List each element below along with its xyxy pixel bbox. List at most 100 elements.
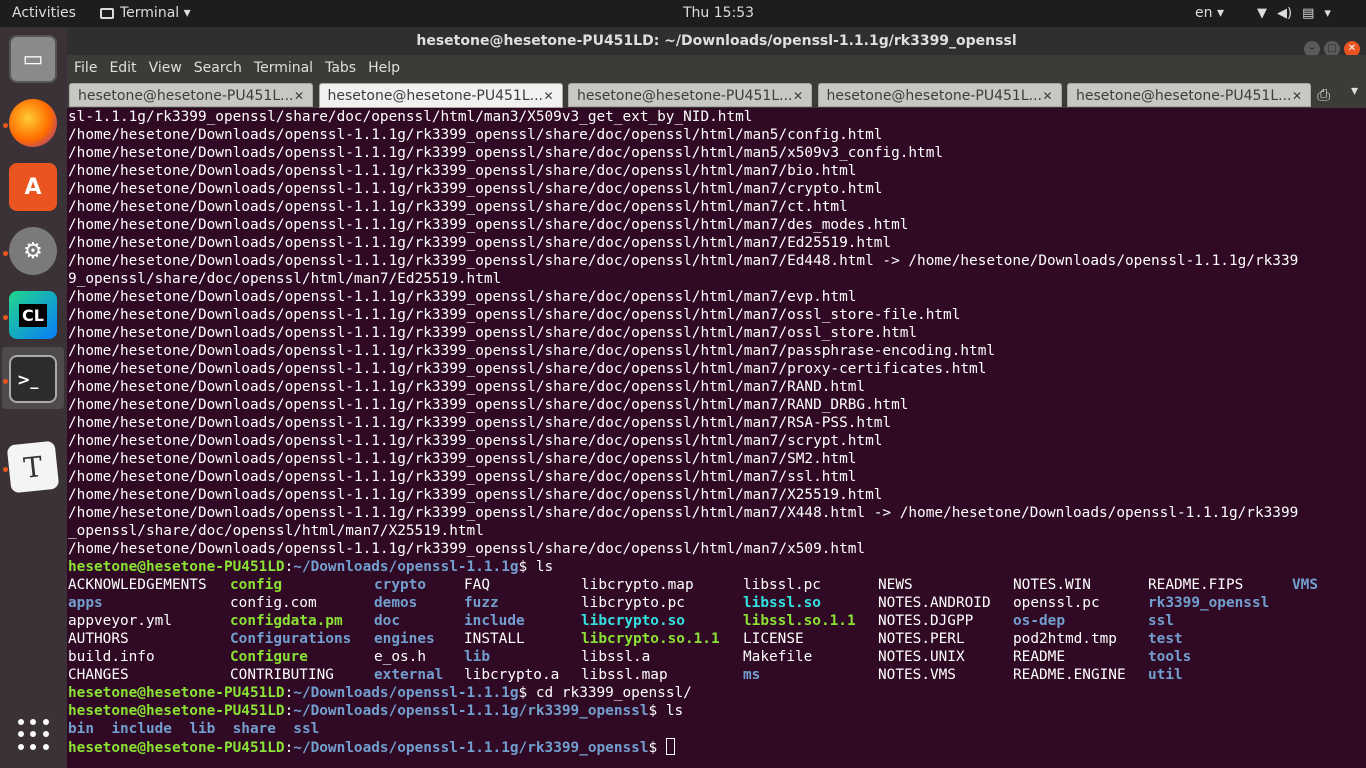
running-indicator bbox=[3, 315, 8, 320]
output-line: _openssl/share/doc/openssl/html/man7/X25… bbox=[68, 523, 484, 539]
ls-entry: libcrypto.pc bbox=[581, 595, 685, 611]
ls-entry: e_os.h bbox=[374, 649, 426, 665]
output-line: /home/hesetone/Downloads/openssl-1.1.1g/… bbox=[68, 415, 892, 431]
ls-entry: doc bbox=[374, 613, 400, 629]
ls-row: build.info Configure e_os.h lib libssl.a Make… bbox=[68, 648, 1358, 666]
terminal-window: hesetone@hesetone-PU451LD: ~/Downloads/o… bbox=[67, 27, 1366, 768]
running-indicator bbox=[3, 379, 8, 384]
menu-tabs[interactable]: Tabs bbox=[318, 55, 361, 81]
output-line: /home/hesetone/Downloads/openssl-1.1.1g/… bbox=[68, 397, 909, 413]
tab-label: hesetone@hesetone-PU451L... bbox=[577, 88, 793, 104]
prompt-line: hesetone@hesetone-PU451LD:~/Downloads/op… bbox=[68, 558, 1358, 576]
system-menu[interactable]: ▼ ◀) ▤ ▾ bbox=[1257, 0, 1341, 27]
output-line: sl-1.1.1g/rk3399_openssl/share/doc/opens… bbox=[68, 109, 753, 125]
typora-icon[interactable]: T bbox=[6, 440, 60, 494]
tab-3[interactable]: hesetone@hesetone-PU451L... ✕ bbox=[568, 83, 812, 107]
output-line: /home/hesetone/Downloads/openssl-1.1.1g/… bbox=[68, 163, 857, 179]
output-line: 9_openssl/share/doc/openssl/html/man7/Ed… bbox=[68, 271, 502, 287]
ls-entry: ssl bbox=[293, 721, 320, 737]
power-icon: ▾ bbox=[1324, 6, 1331, 21]
clock[interactable]: Thu 15:53 bbox=[683, 0, 754, 27]
ls-entry: test bbox=[1148, 631, 1183, 647]
ls-entry: NOTES.ANDROID bbox=[878, 595, 991, 611]
tab-close-icon[interactable]: ✕ bbox=[1042, 84, 1052, 106]
prompt-line: hesetone@hesetone-PU451LD:~/Downloads/op… bbox=[68, 738, 1358, 756]
tab-list-dropdown[interactable]: ▾ bbox=[1351, 83, 1358, 99]
menu-file[interactable]: File bbox=[67, 55, 102, 81]
app-menu[interactable]: Terminal ▾ bbox=[100, 0, 191, 27]
menu-edit[interactable]: Edit bbox=[102, 55, 141, 81]
files-icon[interactable]: ▭ bbox=[9, 35, 57, 83]
prompt-path: ~/Downloads/openssl-1.1.1g bbox=[293, 559, 519, 575]
prompt-path: ~/Downloads/openssl-1.1.1g bbox=[293, 685, 519, 701]
ls-row: appveyor.yml configdata.pm doc include libcr… bbox=[68, 612, 1358, 630]
ls-entry: build.info bbox=[68, 649, 155, 665]
menu-search[interactable]: Search bbox=[187, 55, 247, 81]
ls-entry: libcrypto.a bbox=[464, 667, 560, 683]
ls-entry: VMS bbox=[1292, 577, 1318, 593]
ls-entry bbox=[1292, 594, 1352, 612]
ls-entry: libcrypto.map bbox=[581, 577, 694, 593]
running-indicator bbox=[3, 123, 8, 128]
ls-entry: configdata.pm bbox=[230, 613, 343, 629]
ls-entry: rk3399_openssl bbox=[1148, 595, 1270, 611]
ls-entry: NOTES.WIN bbox=[1013, 577, 1091, 593]
language-indicator[interactable]: en ▾ bbox=[1195, 0, 1224, 27]
ls-entry: util bbox=[1148, 667, 1183, 683]
prompt-path: ~/Downloads/openssl-1.1.1g/rk3399_openss… bbox=[293, 740, 649, 756]
ls-row: ACKNOWLEDGEMENTS config crypto FAQ libcrypto… bbox=[68, 576, 1358, 594]
settings-icon[interactable]: ⚙ bbox=[9, 227, 57, 275]
clion-icon[interactable]: CL bbox=[9, 291, 57, 339]
ls-entry: lib bbox=[464, 649, 490, 665]
ls-row: AUTHORS Configurations engines INSTALL libcr… bbox=[68, 630, 1358, 648]
tab-label: hesetone@hesetone-PU451L... bbox=[327, 88, 543, 104]
terminal-output[interactable]: sl-1.1.1g/rk3399_openssl/share/doc/opens… bbox=[68, 108, 1358, 768]
tab-close-icon[interactable]: ✕ bbox=[1292, 84, 1302, 106]
wifi-icon: ▼ bbox=[1257, 6, 1267, 21]
tab-4[interactable]: hesetone@hesetone-PU451L... ✕ bbox=[817, 83, 1062, 107]
output-line: /home/hesetone/Downloads/openssl-1.1.1g/… bbox=[68, 235, 892, 251]
output-line: /home/hesetone/Downloads/openssl-1.1.1g/… bbox=[68, 361, 987, 377]
ls-entry: AUTHORS bbox=[68, 631, 129, 647]
firefox-icon[interactable] bbox=[9, 99, 57, 147]
dock: ▭ A ⚙ CL >_ T bbox=[0, 27, 67, 768]
tab-close-icon[interactable]: ✕ bbox=[793, 84, 803, 106]
prompt-line: hesetone@hesetone-PU451LD:~/Downloads/op… bbox=[68, 702, 1358, 720]
prompt-colon: : bbox=[284, 703, 294, 719]
tab-1[interactable]: hesetone@hesetone-PU451L... ✕ bbox=[69, 83, 313, 107]
show-applications-icon[interactable] bbox=[18, 719, 50, 751]
tab-close-icon[interactable]: ✕ bbox=[294, 84, 304, 106]
ls-entry bbox=[1292, 630, 1352, 648]
ls-entry: config bbox=[230, 577, 282, 593]
activities-button[interactable]: Activities bbox=[12, 0, 76, 27]
ls-entry: NOTES.DJGPP bbox=[878, 613, 974, 629]
menu-help[interactable]: Help bbox=[361, 55, 405, 81]
output-line: /home/hesetone/Downloads/openssl-1.1.1g/… bbox=[68, 379, 866, 395]
prompt-line: hesetone@hesetone-PU451LD:~/Downloads/op… bbox=[68, 684, 1358, 702]
menu-terminal[interactable]: Terminal bbox=[247, 55, 318, 81]
tab-close-icon[interactable]: ✕ bbox=[543, 84, 553, 107]
terminal-icon[interactable]: >_ bbox=[9, 355, 57, 403]
ls-entry bbox=[1292, 666, 1352, 684]
software-icon[interactable]: A bbox=[9, 163, 57, 211]
running-indicator bbox=[3, 251, 8, 256]
tab-2[interactable]: hesetone@hesetone-PU451L... ✕ bbox=[318, 83, 563, 108]
ls-entry: os-dep bbox=[1013, 613, 1065, 629]
ls-entry: external bbox=[374, 667, 444, 683]
new-tab-icon[interactable]: ⎙ bbox=[1317, 85, 1330, 105]
ls-entry: demos bbox=[374, 595, 418, 611]
terminal-icon bbox=[100, 8, 114, 19]
ls-entry: share bbox=[232, 721, 276, 737]
menubar: File Edit View Search Terminal Tabs Help bbox=[67, 55, 1366, 81]
window-titlebar[interactable]: hesetone@hesetone-PU451LD: ~/Downloads/o… bbox=[67, 27, 1366, 57]
ls-entry: INSTALL bbox=[464, 631, 525, 647]
ls-entry: lib bbox=[189, 721, 216, 737]
tab-5[interactable]: hesetone@hesetone-PU451L... ✕ bbox=[1067, 83, 1311, 107]
ls-entry: LICENSE bbox=[743, 631, 804, 647]
ls-entry: NOTES.UNIX bbox=[878, 649, 965, 665]
menu-view[interactable]: View bbox=[142, 55, 187, 81]
ls-entry: NOTES.VMS bbox=[878, 667, 956, 683]
tab-label: hesetone@hesetone-PU451L... bbox=[826, 88, 1042, 104]
prompt-user: hesetone@hesetone-PU451LD bbox=[68, 685, 285, 701]
ls-output-line: bin include lib share ssl bbox=[68, 720, 1358, 738]
